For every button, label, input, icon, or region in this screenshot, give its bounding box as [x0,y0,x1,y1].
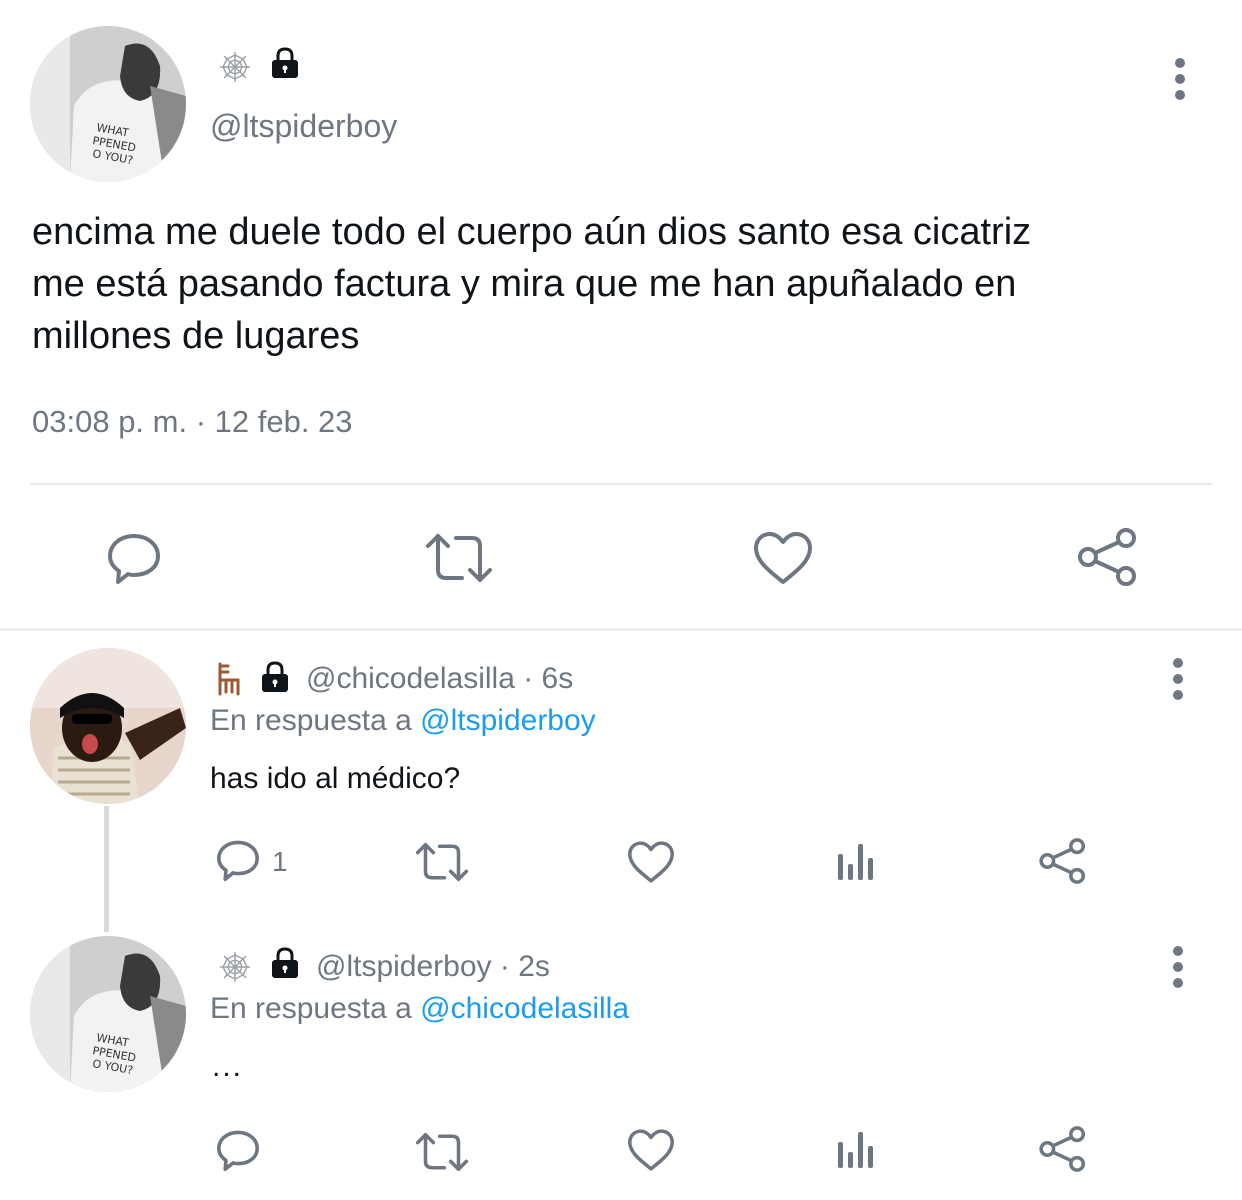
share-icon[interactable] [1038,1124,1088,1174]
more-options-button[interactable] [1168,658,1188,706]
spider-web-icon [218,950,252,984]
more-options-button[interactable] [1168,946,1188,994]
divider [30,483,1212,485]
like-icon[interactable] [626,840,676,884]
like-icon[interactable] [752,530,814,586]
share-icon[interactable] [1038,836,1088,886]
reply-icon[interactable] [214,1126,262,1174]
reply-context-label: En respuesta a [210,992,412,1025]
tweet-text-line: encima me duele todo el cuerpo aún dios … [32,211,1032,253]
views-icon[interactable] [834,838,878,882]
tweet-text: encima me duele todo el cuerpo aún dios … [32,206,1222,362]
reply-count: 1 [272,846,288,877]
more-options-button[interactable] [1170,58,1190,106]
views-icon[interactable] [834,1126,878,1170]
reply-context: En respuesta a @chicodelasilla [210,992,629,1026]
reply-handle-time[interactable]: @chicodelasilla · 6s [306,662,573,696]
chair-icon [214,662,242,696]
reply-avatar[interactable]: WHAT PPENED O YOU? [30,936,186,1092]
reply-icon[interactable] [104,528,164,588]
thread-line [104,806,109,932]
tweet-timestamp[interactable]: 03:08 p. m. · 12 feb. 23 [32,404,353,440]
lock-icon [268,946,302,980]
main-avatar[interactable]: WHAT PPENED O YOU? [30,26,186,182]
section-separator [0,628,1242,631]
like-icon[interactable] [626,1128,676,1172]
reply-icon[interactable] [214,836,262,884]
reply-avatar[interactable] [30,648,186,804]
tweet-text-line: me está pasando factura y mira que me ha… [32,263,1017,305]
main-handle[interactable]: @ltspiderboy [210,108,397,145]
spider-web-icon [218,50,252,84]
reply-text: has ido al médico? [210,762,461,795]
retweet-icon[interactable] [414,1130,470,1174]
reply-text: ... [212,1050,244,1083]
reply-context-label: En respuesta a [210,704,412,737]
retweet-icon[interactable] [414,840,470,884]
share-icon[interactable] [1076,526,1140,588]
reply-handle-time[interactable]: @ltspiderboy · 2s [316,950,550,984]
reply-context-link[interactable]: @ltspiderboy [420,704,596,737]
reply-context: En respuesta a @ltspiderboy [210,704,596,738]
reply-context-link[interactable]: @chicodelasilla [420,992,629,1025]
lock-icon [268,46,302,80]
lock-icon [258,660,292,694]
retweet-icon[interactable] [424,530,494,586]
tweet-text-line: millones de lugares [32,315,360,357]
